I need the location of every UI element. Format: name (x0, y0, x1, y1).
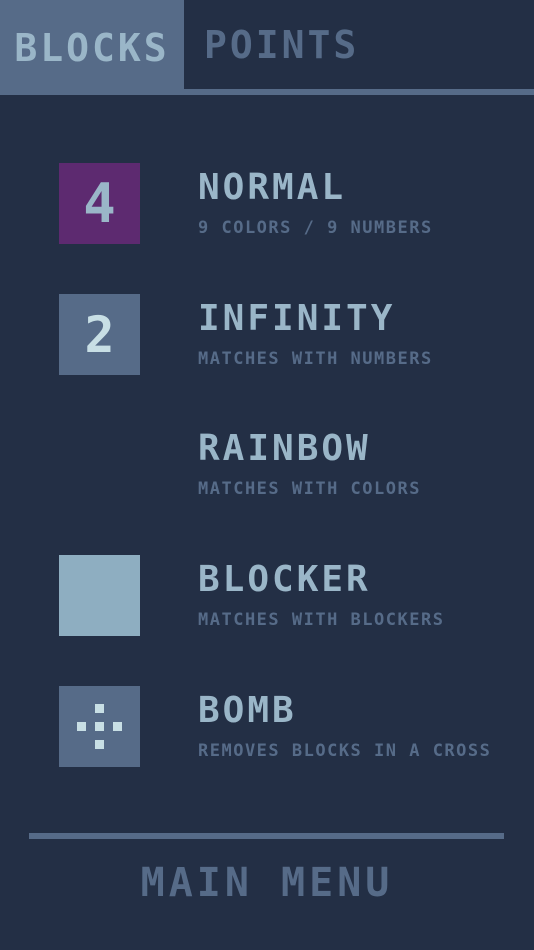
block-row-blocker: BLOCKER MATCHES WITH BLOCKERS (59, 555, 499, 637)
rainbow-block-icon (59, 424, 140, 505)
infinity-block-icon: 2 (59, 294, 140, 375)
block-title: BLOCKER (198, 559, 371, 600)
block-description: MATCHES WITH NUMBERS (198, 349, 433, 369)
bomb-cross-icon (77, 704, 122, 749)
number-block-value: 4 (83, 172, 116, 235)
tab-bar: BLOCKS POINTS (0, 0, 534, 95)
block-row-infinity: 2 INFINITY MATCHES WITH NUMBERS (59, 294, 499, 376)
tab-underline (184, 89, 534, 95)
tab-points[interactable]: POINTS (184, 0, 534, 89)
infinity-block-value: 2 (84, 305, 115, 364)
block-description: REMOVES BLOCKS IN A CROSS (198, 741, 492, 761)
block-description: 9 COLORS / 9 NUMBERS (198, 218, 433, 238)
footer-divider (29, 833, 504, 839)
block-description: MATCHES WITH BLOCKERS (198, 610, 445, 630)
block-row-rainbow: RAINBOW MATCHES WITH COLORS (59, 424, 499, 506)
blocker-block-icon (59, 555, 140, 636)
block-title: NORMAL (198, 167, 347, 208)
block-title: INFINITY (198, 298, 396, 339)
number-block-icon: 4 (59, 163, 140, 244)
block-row-bomb: BOMB REMOVES BLOCKS IN A CROSS (59, 686, 499, 768)
bomb-block-icon (59, 686, 140, 767)
block-row-normal: 4 NORMAL 9 COLORS / 9 NUMBERS (59, 163, 499, 245)
block-description: MATCHES WITH COLORS (198, 479, 421, 499)
main-menu-button[interactable]: MAIN MENU (0, 860, 534, 906)
tab-blocks[interactable]: BLOCKS (0, 0, 184, 95)
block-title: BOMB (198, 690, 297, 731)
block-title: RAINBOW (198, 428, 371, 469)
